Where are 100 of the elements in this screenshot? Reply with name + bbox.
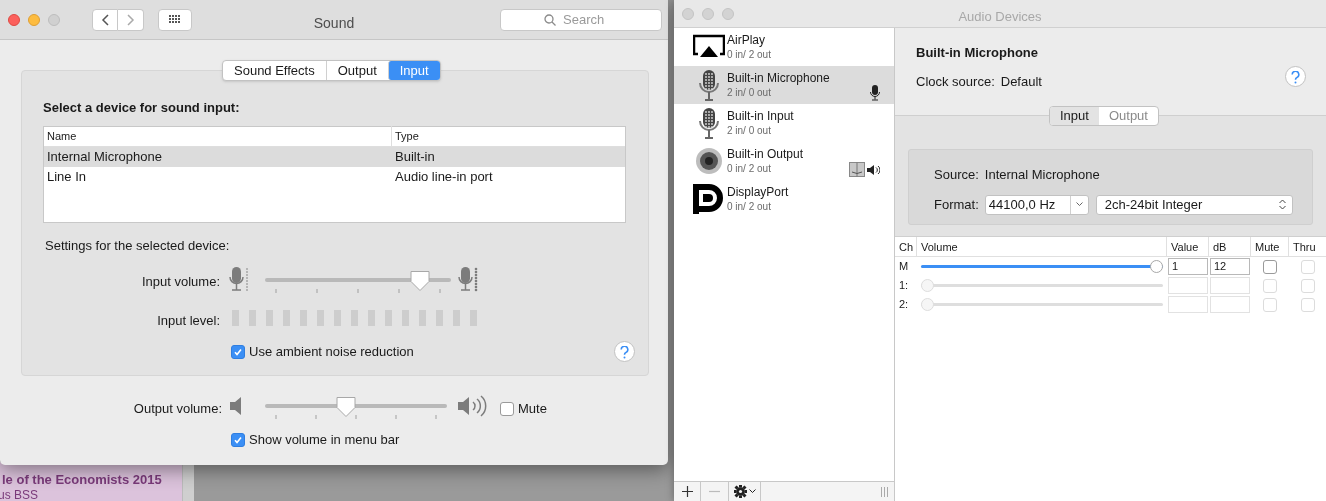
device-io: 0 in/ 2 out: [727, 161, 772, 176]
device-name: DisplayPort: [727, 184, 790, 200]
section-heading: Select a device for sound input:: [43, 99, 241, 117]
displayport-icon: [692, 184, 725, 214]
table-cell-text: Built-in: [394, 147, 436, 166]
caret-icon: [748, 489, 756, 494]
tab[interactable]: Output: [325, 61, 388, 80]
help-icon: [620, 346, 629, 360]
tab[interactable]: Input: [1050, 107, 1099, 125]
caret-icon: [1075, 202, 1083, 207]
value-field[interactable]: 1: [1168, 258, 1208, 275]
forward-button[interactable]: [118, 8, 144, 31]
sample-rate-dropdown[interactable]: 44100,0 Hz: [984, 194, 1089, 215]
column-header: Value: [1167, 236, 1209, 257]
device-row[interactable]: Built-in Input 2 in/ 0 out: [674, 104, 894, 142]
device-io: 0 in/ 2 out: [727, 199, 772, 214]
device-name: Built-in Input: [727, 108, 795, 124]
field-label: Format:: [934, 195, 979, 214]
field-value: Default: [1000, 72, 1042, 91]
window-title: Audio Devices: [958, 9, 1042, 24]
help-button[interactable]: [1285, 66, 1306, 87]
zoom-button[interactable]: [48, 13, 60, 26]
back-icon: [101, 13, 109, 26]
volume-slider[interactable]: [921, 260, 1163, 273]
db-field[interactable]: 12: [1210, 258, 1250, 275]
check-icon: [233, 346, 243, 357]
field-label: Input volume:: [141, 273, 220, 291]
close-button[interactable]: [8, 13, 20, 26]
window-title: Sound: [313, 15, 355, 31]
checkbox[interactable]: [231, 432, 245, 447]
device-name: AirPlay: [727, 32, 766, 48]
channel-label: 2:: [898, 297, 910, 313]
device-io: 2 in/ 0 out: [727, 85, 772, 100]
tab[interactable]: Sound Effects: [223, 61, 326, 80]
help-icon: [1291, 71, 1300, 85]
checkbox-label: Mute: [518, 400, 547, 418]
value-field: [1168, 296, 1208, 313]
device-name: Built-in Microphone: [727, 70, 831, 86]
section-heading: Settings for the selected device:: [45, 237, 230, 255]
checkbox[interactable]: [1263, 259, 1277, 274]
db-field: [1210, 296, 1250, 313]
input-volume-slider[interactable]: [265, 270, 451, 292]
device-heading: Built-in Microphone: [916, 44, 1040, 62]
column-header: Name: [44, 126, 392, 146]
field-label: Output volume:: [133, 400, 222, 418]
channel-label: 1:: [898, 278, 910, 294]
checkbox-label: Use ambient noise reduction: [249, 343, 414, 361]
grid-icon: [169, 15, 181, 24]
back-button[interactable]: [92, 8, 118, 31]
speaker-icon: [867, 163, 880, 176]
speaker-quiet-icon: [230, 396, 244, 416]
column-header: Mute: [1251, 236, 1289, 257]
resize-grip-icon: [881, 486, 888, 497]
table-row[interactable]: Line In Audio line-in port: [44, 166, 625, 187]
column-header: Ch: [895, 236, 917, 257]
device-name: Built-in Output: [727, 146, 805, 162]
device-row[interactable]: AirPlay 0 in/ 2 out: [674, 28, 894, 66]
value-field: [1168, 277, 1208, 294]
column-header: Type: [394, 129, 420, 144]
plus-icon: [681, 486, 693, 497]
device-row[interactable]: Built-in Microphone 2 in/ 0 out: [674, 66, 894, 104]
forward-icon: [126, 13, 135, 26]
format-dropdown[interactable]: 2ch-24bit Integer: [1095, 194, 1293, 215]
table-cell-text: Internal Microphone: [46, 147, 163, 166]
zoom-button[interactable]: [722, 7, 734, 20]
slider-thumb[interactable]: [1150, 260, 1163, 273]
db-field: [1210, 277, 1250, 294]
background-text: le of the Economists 2015: [2, 472, 163, 488]
slider-thumb[interactable]: [409, 270, 432, 292]
updown-caret-icon: [1278, 199, 1286, 210]
scrollbar: [182, 462, 194, 501]
field-value: Internal Microphone: [984, 166, 1100, 184]
minimize-button[interactable]: [28, 13, 40, 26]
minimize-button[interactable]: [702, 7, 714, 20]
speaker-icon: [693, 146, 724, 176]
field-label: Input level:: [157, 312, 220, 330]
channel-label: M: [898, 259, 910, 275]
device-row[interactable]: DisplayPort 0 in/ 2 out: [674, 180, 894, 218]
device-row[interactable]: Built-in Output 0 in/ 2 out: [674, 142, 894, 180]
minus-icon: [709, 490, 720, 493]
slider-thumb[interactable]: [335, 396, 358, 418]
device-io: 0 in/ 2 out: [727, 47, 772, 62]
table-cell-text: Audio line-in port: [394, 167, 494, 186]
output-volume-slider[interactable]: [265, 396, 447, 418]
tab[interactable]: Output: [1098, 107, 1158, 125]
check-icon: [233, 434, 243, 445]
device-io: 2 in/ 0 out: [727, 123, 772, 138]
show-all-button[interactable]: [158, 8, 192, 31]
checkbox-label: Show volume in menu bar: [249, 431, 400, 449]
column-header: Volume: [917, 236, 1167, 257]
field-label: Clock source:: [916, 72, 995, 91]
checkbox[interactable]: [500, 401, 514, 416]
close-button[interactable]: [682, 7, 694, 20]
field-label: Source:: [934, 166, 979, 184]
column-header: dB: [1209, 236, 1251, 257]
search-field[interactable]: Search: [500, 8, 662, 31]
airplay-icon: [692, 34, 725, 60]
gear-icon: [733, 485, 747, 498]
column-header: Thru: [1292, 239, 1317, 255]
table-row[interactable]: Internal Microphone Built-in: [44, 146, 625, 167]
